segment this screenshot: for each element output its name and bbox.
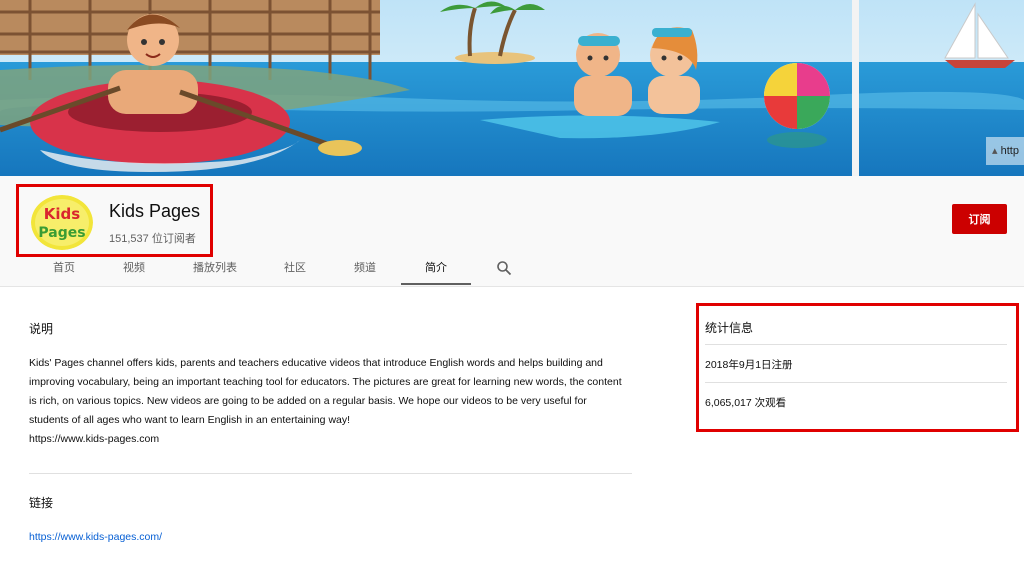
channel-banner: ▴ http xyxy=(0,0,1024,176)
description-line: Kids' Pages channel offers kids, parents… xyxy=(29,357,603,369)
view-count: 6,065,017 次观看 xyxy=(705,397,787,409)
channel-name: Kids Pages xyxy=(109,201,201,221)
subscribe-button[interactable]: 订阅 xyxy=(952,204,1007,234)
banner-illustration xyxy=(0,0,1024,176)
description-url: https://www.kids-pages.com xyxy=(29,433,160,445)
section-divider xyxy=(29,473,632,474)
banner-link-text: http xyxy=(1000,145,1019,157)
kids-pages-logo-icon: Kids Pages xyxy=(31,195,93,250)
subscriber-count: 151,537 位订阅者 xyxy=(109,233,196,245)
stats-divider xyxy=(705,382,1007,383)
tab-videos[interactable]: 视频 xyxy=(114,258,154,286)
description-line: is rich, on various topics. New videos a… xyxy=(29,395,587,407)
avatar-text-pages: Pages xyxy=(38,225,85,241)
description-line: improving vocabulary, being an important… xyxy=(29,376,622,388)
active-tab-indicator xyxy=(401,283,471,285)
channel-avatar[interactable]: Kids Pages xyxy=(31,195,93,250)
tab-community[interactable]: 社区 xyxy=(275,258,315,286)
tab-channels[interactable]: 频道 xyxy=(345,258,385,286)
link-icon: ▴ xyxy=(992,145,998,157)
banner-website-link[interactable]: ▴ http xyxy=(986,137,1024,165)
tab-about[interactable]: 简介 xyxy=(401,258,471,286)
description-title: 说明 xyxy=(29,322,54,336)
channel-description: Kids' Pages channel offers kids, parents… xyxy=(29,354,641,449)
youtube-channel-about-page: ▴ http Kids Pages Kids Pages 151,537 位订阅… xyxy=(0,0,1024,564)
website-link[interactable]: https://www.kids-pages.com/ xyxy=(29,531,162,543)
stats-title: 统计信息 xyxy=(705,321,754,335)
search-icon[interactable] xyxy=(496,260,512,276)
channel-tabs: 首页 视频 播放列表 社区 频道 简介 xyxy=(0,258,1024,286)
tab-home[interactable]: 首页 xyxy=(44,258,84,286)
joined-date: 2018年9月1日注册 xyxy=(705,359,793,371)
description-line: students of all ages who want to learn E… xyxy=(29,414,351,426)
stats-divider xyxy=(705,344,1007,345)
about-content: 说明 Kids' Pages channel offers kids, pare… xyxy=(0,286,1024,564)
avatar-text-kids: Kids xyxy=(44,205,81,223)
channel-header: Kids Pages Kids Pages 151,537 位订阅者 订阅 首页… xyxy=(0,176,1024,286)
tab-playlists[interactable]: 播放列表 xyxy=(185,258,245,286)
channel-info-highlight: Kids Pages Kids Pages 151,537 位订阅者 xyxy=(16,184,213,257)
links-title: 链接 xyxy=(29,496,54,510)
